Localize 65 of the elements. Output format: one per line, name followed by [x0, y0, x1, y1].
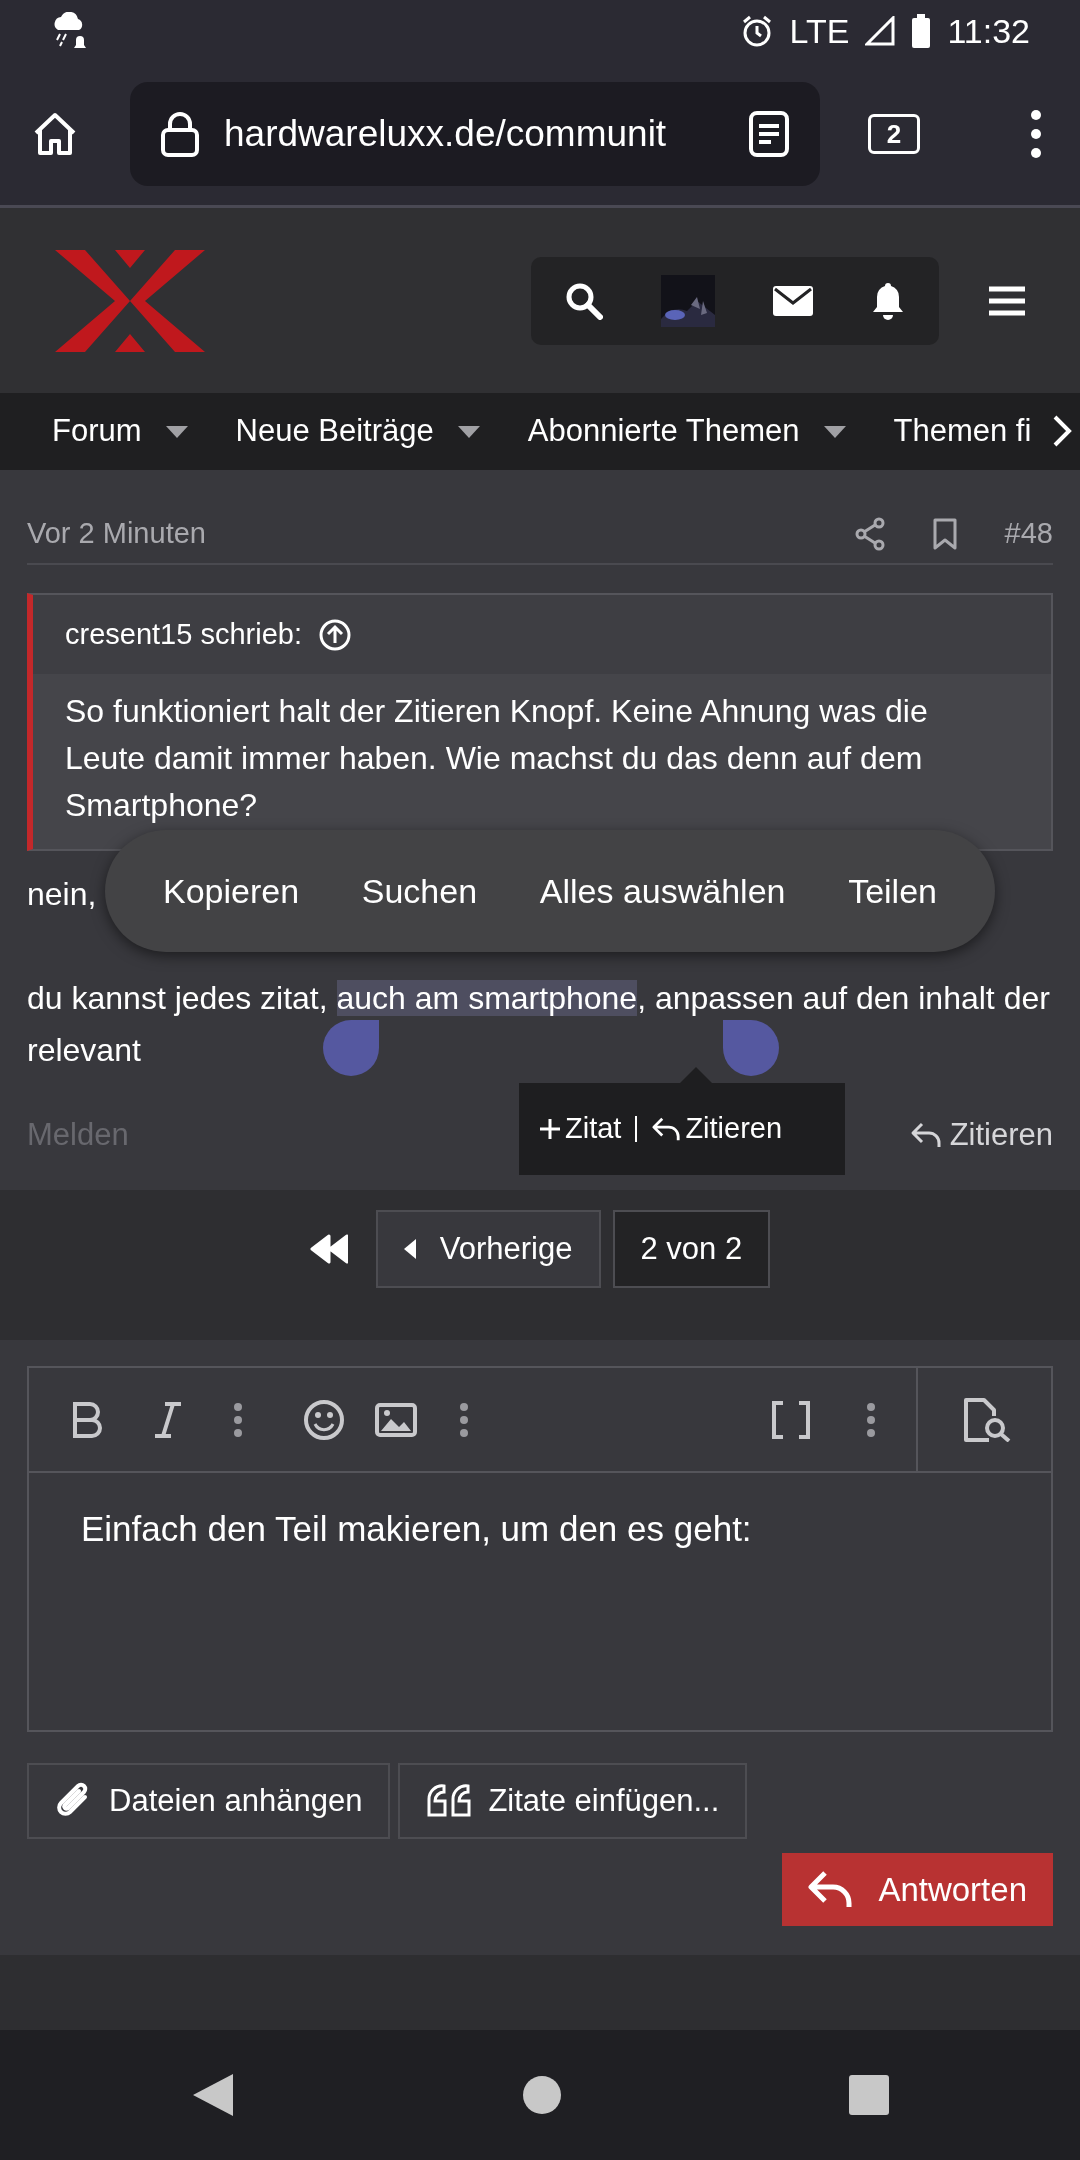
tab-count[interactable]: 2 — [868, 113, 920, 154]
recents-icon[interactable] — [848, 2075, 889, 2115]
clock: 11:32 — [947, 10, 1030, 52]
more-icon[interactable] — [866, 1401, 876, 1438]
preview-icon[interactable] — [963, 1397, 1013, 1442]
menu-icon[interactable] — [989, 285, 1025, 316]
lock-icon — [160, 109, 200, 158]
menu-item[interactable]: Suchen — [343, 865, 496, 917]
signal-icon — [865, 16, 896, 46]
mail-icon[interactable] — [773, 285, 813, 316]
network-label: LTE — [789, 10, 850, 52]
page-indicator[interactable]: 2 von 2 — [612, 1210, 771, 1288]
nav-tab[interactable]: Forum — [52, 408, 188, 455]
message-field[interactable]: Einfach den Teil makieren, um den es geht: — [27, 1473, 1053, 1732]
reply-icon — [808, 1869, 855, 1910]
quote-text: So funktioniert halt der Zitieren Knopf. Keine Ahnung was die Leute damit immer haben. Wie machst du das denn auf dem Smartphone? — [65, 692, 929, 825]
back-icon[interactable] — [191, 2072, 236, 2118]
attach-files-button[interactable]: Dateien anhängen — [27, 1763, 391, 1839]
menu-item[interactable]: Kopieren — [145, 865, 318, 917]
quote-author[interactable]: cresent15 schrieb: — [65, 612, 302, 657]
address-bar[interactable]: hardwareluxx.de/communit — [130, 81, 820, 186]
caret-left-icon — [403, 1239, 416, 1259]
caret-down-icon — [165, 425, 188, 438]
bell-icon[interactable] — [871, 280, 905, 321]
quote-button[interactable]: Zitieren — [651, 1107, 783, 1151]
add-quote-button[interactable]: Zitat — [539, 1107, 622, 1151]
reply-icon — [909, 1121, 942, 1149]
nav-tab[interactable]: Neue Beiträge — [235, 408, 480, 455]
italic-icon[interactable] — [153, 1400, 183, 1439]
post-text: nein, — [27, 876, 97, 912]
reader-icon[interactable] — [748, 109, 790, 158]
menu-item[interactable]: Alles auswählen — [521, 865, 804, 917]
share-icon[interactable] — [854, 517, 885, 551]
rewind-icon[interactable] — [309, 1234, 348, 1264]
quote-marks-icon — [426, 1783, 473, 1819]
reply-icon — [651, 1115, 682, 1143]
brackets-icon[interactable] — [771, 1400, 811, 1439]
reply-link[interactable]: Zitieren — [909, 1111, 1053, 1159]
menu-icon[interactable] — [1030, 108, 1042, 159]
post-text: du kannst jedes zitat, auch am smartphone, anpassen auf den inhalt der relevant — [27, 979, 1051, 1070]
caret-down-icon — [823, 425, 846, 438]
arrow-up-icon[interactable] — [317, 617, 352, 652]
bold-icon[interactable] — [71, 1400, 105, 1439]
selection-handle[interactable] — [723, 1020, 779, 1076]
caret-down-icon — [457, 425, 480, 438]
url-text: hardwareluxx.de/communit — [224, 111, 668, 156]
reply-button[interactable]: Antworten — [782, 1853, 1053, 1926]
nav-tab[interactable]: Themen fi — [893, 408, 1032, 455]
home-icon[interactable] — [522, 2075, 562, 2115]
post-time: Vor 2 Minuten — [27, 516, 206, 552]
plus-icon — [539, 1118, 561, 1140]
chevron-right-icon[interactable] — [1052, 414, 1072, 448]
battery-icon — [911, 14, 932, 48]
more-icon[interactable] — [233, 1401, 243, 1438]
bookmark-icon[interactable] — [932, 518, 957, 550]
selection-handle[interactable] — [323, 1020, 379, 1076]
more-icon[interactable] — [459, 1401, 469, 1438]
search-icon[interactable] — [565, 281, 603, 320]
smiley-icon[interactable] — [303, 1398, 345, 1441]
previous-page-button[interactable]: Vorherige — [375, 1210, 601, 1288]
image-icon[interactable] — [375, 1402, 417, 1437]
insert-quotes-button[interactable]: Zitate einfügen... — [398, 1763, 748, 1839]
nav-tab[interactable]: Abonnierte Themen — [527, 408, 846, 455]
post-number[interactable]: #48 — [1004, 512, 1053, 556]
menu-item[interactable]: Teilen — [830, 865, 955, 917]
